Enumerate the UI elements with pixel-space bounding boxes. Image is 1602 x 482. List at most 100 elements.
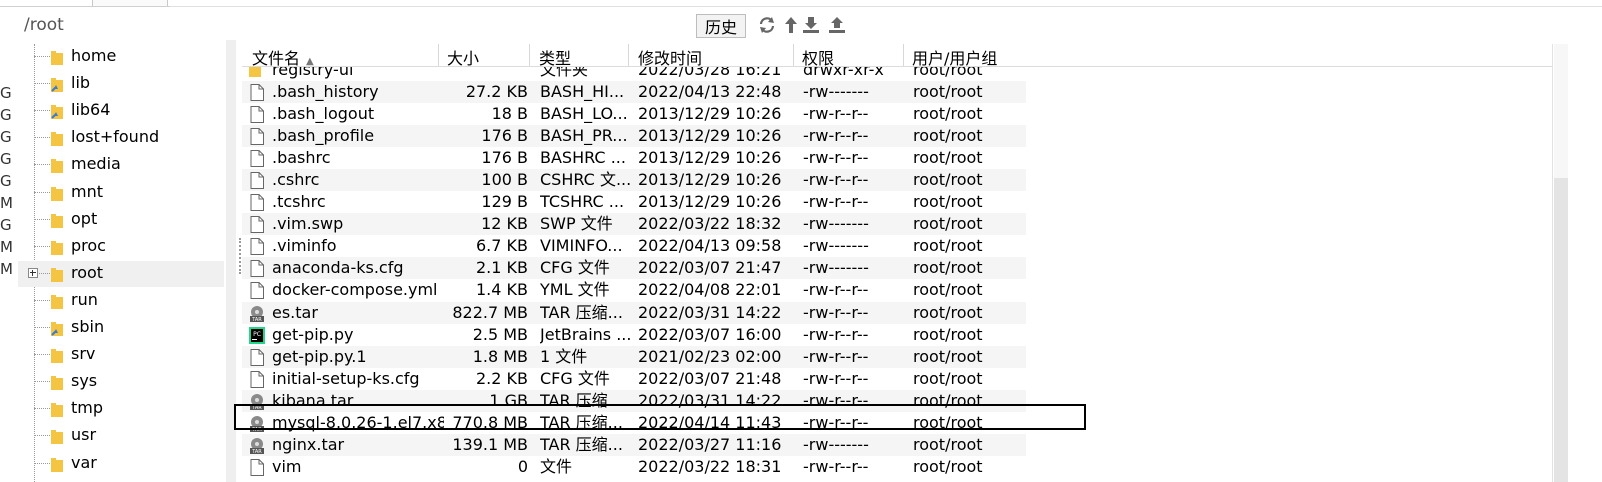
cell-type: SWP 文件	[540, 214, 613, 234]
tree-item-opt[interactable]: opt	[18, 207, 224, 233]
folder-icon	[51, 267, 63, 282]
table-row[interactable]: .bash_logout 18 B BASH_LO... 2013/12/29 10:…	[242, 103, 1026, 125]
tree-item-run[interactable]: run	[18, 288, 224, 314]
cell-type: 文件夹	[540, 67, 589, 79]
table-row[interactable]: initial-setup-ks.cfg 2.2 KB CFG 文件 2022/03/…	[242, 368, 1026, 390]
tree-item-proc[interactable]: proc	[18, 234, 224, 260]
cell-modified: 2013/12/29 10:26	[638, 192, 782, 212]
tree-item-var[interactable]: var	[18, 451, 224, 477]
cell-owner: root/root	[913, 434, 983, 454]
tree-item-label: proc	[71, 235, 106, 255]
cell-permissions: -rw-------	[803, 236, 869, 256]
tree-connector	[34, 218, 50, 220]
table-row[interactable]: .vim.swp 12 KB SWP 文件 2022/03/22 18:32 -rw--…	[242, 213, 1026, 236]
table-row[interactable]: TAR es.tar 822.7 MB TAR 压缩... 2022/03/31 14:…	[242, 301, 1026, 324]
cell-size: 176 B	[481, 148, 528, 168]
tree-item-sbin[interactable]: sbin	[18, 315, 224, 341]
tree-connector	[34, 56, 50, 57]
tree-item-usr[interactable]: usr	[18, 423, 224, 449]
table-row[interactable]: .tcshrc 129 B TCSHRC ... 2013/12/29 10:26 -r…	[242, 191, 1026, 213]
column-separator[interactable]	[529, 44, 530, 66]
cell-owner: root/root	[913, 280, 983, 300]
tree-item-srv[interactable]: srv	[18, 342, 224, 368]
expand-icon[interactable]	[28, 267, 38, 278]
file-icon	[249, 194, 265, 212]
tree-connector	[34, 164, 50, 166]
table-row[interactable]: docker-compose.yml 1.4 KB YML 文件 2022/04/08…	[242, 279, 1026, 301]
folder-icon	[51, 375, 63, 391]
tree-item-lib64[interactable]: lib64	[18, 98, 224, 124]
cell-type: TCSHRC ...	[540, 192, 625, 212]
upload-icon[interactable]	[826, 14, 848, 36]
tree-item-media[interactable]: media	[18, 152, 224, 178]
cell-modified: 2013/12/29 10:26	[638, 126, 782, 146]
cell-type: VIMINFO...	[540, 236, 623, 256]
tree-item-label: srv	[71, 344, 96, 364]
tree-item-home[interactable]: home	[18, 44, 224, 70]
cell-type: BASH_LO...	[540, 104, 628, 124]
parent-directory-icon[interactable]	[780, 14, 802, 36]
cell-size: 12 KB	[481, 214, 528, 234]
table-row[interactable]: registry-ui 文件夹 2022/03/28 16:21 drwxr-xr-x…	[242, 67, 1026, 81]
history-button[interactable]: 历史	[696, 14, 746, 38]
folder-icon	[51, 131, 63, 147]
table-row[interactable]: .viminfo 6.7 KB VIMINFO... 2022/04/13 09:58…	[242, 235, 1026, 257]
column-header-type[interactable]: 类型	[539, 45, 571, 69]
tree-item-sys[interactable]: sys	[18, 369, 224, 395]
tree-item-mnt[interactable]: mnt	[18, 180, 224, 206]
table-row[interactable]: .bash_history 27.2 KB BASH_HI... 2022/04/13…	[242, 81, 1026, 103]
file-icon	[249, 370, 265, 388]
column-header-owner[interactable]: 用户/用户组	[912, 45, 997, 69]
cell-type: BASH_PR...	[540, 126, 628, 146]
table-row[interactable]: vim 0 文件 2022/03/22 18:31 -rw-r--r-- root/roo…	[242, 456, 1026, 478]
cell-name: anaconda-ks.cfg	[272, 258, 404, 278]
tree-item-label: home	[71, 46, 117, 65]
cell-size: 2.5 MB	[472, 324, 528, 344]
column-header-size[interactable]: 大小	[447, 45, 479, 69]
column-separator[interactable]	[438, 44, 439, 66]
cell-permissions: -rw-------	[803, 258, 869, 278]
tree-item-root[interactable]: root	[18, 260, 224, 287]
tree-item-label: sys	[71, 371, 98, 391]
table-row[interactable]: PC get-pip.py 2.5 MB JetBrains ... 2022/03/0…	[242, 324, 1026, 346]
table-row[interactable]: .bash_profile 176 B BASH_PR... 2013/12/29 1…	[242, 125, 1026, 148]
column-header-permissions[interactable]: 权限	[802, 45, 834, 69]
tree-item-tmp[interactable]: tmp	[18, 396, 224, 422]
column-separator[interactable]	[903, 44, 904, 66]
cell-name: vim	[272, 456, 302, 476]
tree-item-label: lib	[71, 73, 91, 93]
cell-modified: 2022/03/22 18:31	[638, 456, 782, 476]
refresh-icon[interactable]	[756, 14, 778, 36]
strip-glyph: G	[0, 128, 12, 146]
file-icon	[249, 106, 265, 124]
path-input[interactable]	[24, 12, 694, 38]
tree-item-lost-found[interactable]: lost+found	[18, 125, 224, 151]
svg-text:TAR: TAR	[251, 449, 262, 454]
tree-item-lib[interactable]: lib	[18, 71, 224, 97]
table-row[interactable]: TAR nginx.tar 139.1 MB TAR 压缩... 2022/03/27 …	[242, 433, 1026, 456]
file-icon	[249, 172, 265, 190]
tree-connector	[34, 245, 50, 247]
cell-modified: 2022/04/13 22:48	[638, 82, 782, 101]
table-row[interactable]: anaconda-ks.cfg 2.1 KB CFG 文件 2022/03/07 21…	[242, 257, 1026, 280]
table-row[interactable]: get-pip.py.1 1.8 MB 1 文件 2021/02/23 02:00 -r…	[242, 345, 1026, 368]
tree-connector	[34, 381, 50, 383]
table-row[interactable]: .bashrc 176 B BASHRC ... 2013/12/29 10:26 -r…	[242, 147, 1026, 169]
column-header-name[interactable]: 文件名 ▲	[252, 45, 314, 69]
column-header-modified[interactable]: 修改时间	[638, 45, 702, 69]
tree-connector	[34, 191, 50, 193]
scrollbar-thumb[interactable]	[1554, 178, 1568, 482]
table-row[interactable]: .cshrc 100 B CSHRC 文... 2013/12/29 10:26 -rw…	[242, 169, 1026, 192]
cell-type: 1 文件	[540, 346, 588, 366]
cell-modified: 2022/03/07 16:00	[638, 324, 782, 344]
file-icon	[249, 458, 265, 476]
file-list-header: 文件名 ▲ 大小 类型 修改时间 权限 用户/用户组	[242, 44, 1552, 69]
tree-connector	[34, 137, 50, 139]
cell-owner: root/root	[913, 346, 983, 366]
folder-link-icon	[51, 77, 63, 93]
folder-icon	[51, 213, 63, 228]
cell-modified: 2021/02/23 02:00	[638, 346, 782, 366]
column-separator[interactable]	[628, 44, 629, 66]
column-separator[interactable]	[793, 44, 794, 66]
download-icon[interactable]	[800, 14, 822, 36]
